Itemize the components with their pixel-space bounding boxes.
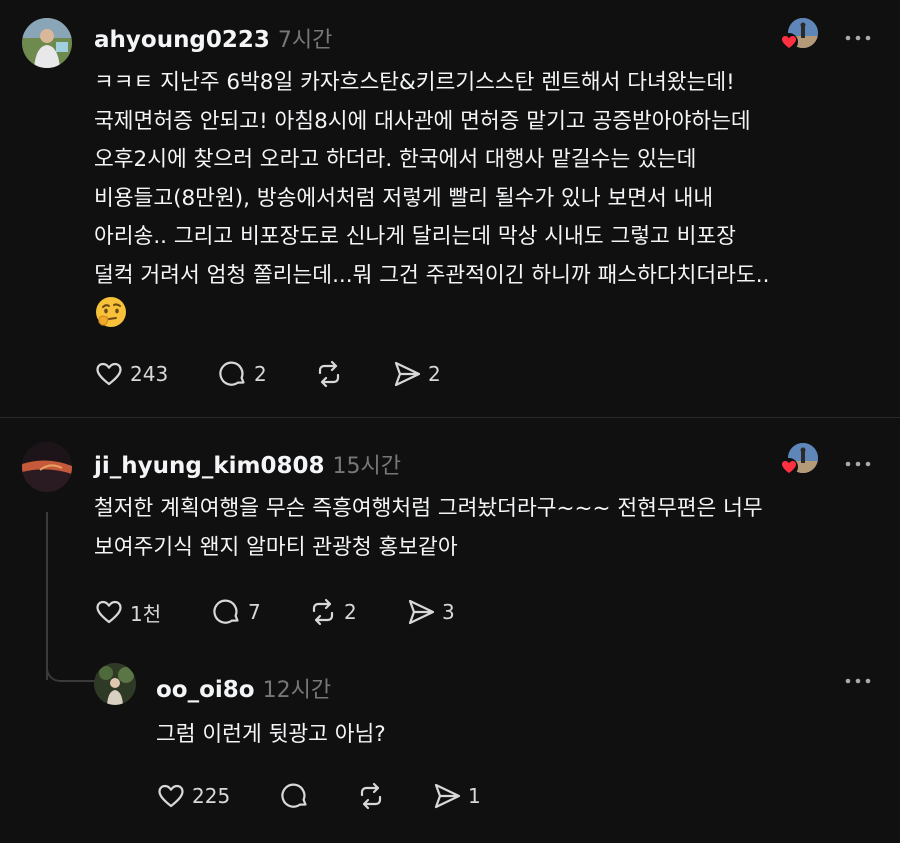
comment-bubble-icon [219,361,245,386]
action-bar: 1천 7 2 3 [94,597,494,627]
avatar[interactable] [22,18,72,68]
body-line: ㅋㅋㅌ 지난주 6박8일 카자흐스탄&키르기스스탄 렌트해서 다녀왔는데! [94,70,735,95]
repost-button[interactable] [356,781,392,811]
like-count: 243 [130,362,169,386]
username-text[interactable]: oo_oi8o [156,677,255,703]
body-line: 비용들고(8만원), 방송에서처럼 저렇게 빨리 될수가 있나 보면서 내내 [94,185,714,211]
action-bar: 225 1 [156,781,556,811]
repost-icon [318,360,340,388]
heart-icon [96,600,122,624]
post-body: 그럼 이런게 뒷광고 아님? [156,716,386,755]
timestamp: 12시간 [262,678,332,703]
username-text[interactable]: ji_hyung_kim0808 [94,453,325,479]
more-dots-icon[interactable] [844,454,872,467]
share-button[interactable]: 1 [432,781,481,811]
like-button[interactable]: 243 [94,359,168,389]
comment-button[interactable]: 7 [212,597,261,627]
red-heart-icon [780,458,798,476]
repost-button[interactable]: 2 [308,597,357,627]
username-text[interactable]: ahyoung0223 [94,27,270,53]
comment-button[interactable]: 2 [218,359,267,389]
timestamp: 15시간 [332,454,401,479]
post-body: ㅋㅋㅌ 지난주 6박8일 카자흐스탄&키르기스스탄 렌트해서 다녀왔는데! 국제… [94,64,769,295]
share-count: 3 [442,600,455,624]
like-count: 1천 [130,601,162,626]
body-line: 아리송.. 그리고 비포장도로 신나게 달리는데 막상 시내도 그렇고 비포장 [94,224,736,249]
heart-icon [158,784,184,808]
body-line: 덜컥 거려서 엄청 쫄리는데...뭐 그건 주관적이긴 하니까 패스하다치더라도… [94,262,770,288]
repost-icon [360,782,382,810]
post-ahyoung0223: ahyoung0223 7시간 ㅋㅋㅌ 지난주 6박8일 카자흐스탄&키르기스스탄… [0,0,900,417]
repost-count: 2 [344,600,357,624]
more-dots-icon[interactable] [844,28,872,41]
comment-count: 2 [254,362,267,386]
red-heart-icon [780,33,798,51]
username[interactable]: ahyoung0223 7시간 [94,22,332,54]
share-count: 1 [468,784,481,808]
more-dots-icon[interactable] [844,671,872,684]
body-line: 보여주기식 왠지 알마티 관광청 홍보같아 [94,534,458,560]
heart-icon [96,362,122,386]
comment-bubble-icon [213,599,239,624]
avatar[interactable] [22,442,72,492]
share-button[interactable]: 3 [406,597,455,627]
body-line: 철저한 계획여행을 무슨 즉흥여행처럼 그려놨더라구~~~ 전현무편은 너무 [94,496,763,521]
comment-count: 7 [248,600,261,624]
body-line: 오후2시에 찾으러 오라고 하더라. 한국에서 대행사 맡길수는 있는데 [94,147,697,172]
reply-oo_oi8o: oo_oi8o 12시간 그럼 이런게 뒷광고 아님? 225 1 [0,655,900,843]
avatar[interactable] [94,663,136,705]
send-icon [434,783,461,809]
like-button[interactable]: 1천 [94,597,161,627]
share-count: 2 [428,362,441,386]
send-icon [394,361,421,387]
repost-button[interactable] [314,359,350,389]
repost-icon [312,598,334,626]
share-button[interactable]: 2 [392,359,441,389]
username[interactable]: oo_oi8o 12시간 [156,672,331,704]
like-count: 225 [192,784,231,808]
like-button[interactable]: 225 [156,781,230,811]
comment-bubble-icon [281,783,307,808]
username[interactable]: ji_hyung_kim0808 15시간 [94,448,401,480]
body-line: 국제면허증 안되고! 아침8시에 대사관에 면허증 맡기고 공증받아야하는데 [94,108,751,134]
timestamp: 7시간 [277,28,333,53]
action-bar: 243 2 2 [94,359,494,389]
send-icon [408,599,435,625]
thinking-face-emoji [94,295,128,329]
post-body: 철저한 계획여행을 무슨 즉흥여행처럼 그려놨더라구~~~ 전현무편은 너무 보… [94,490,763,567]
comment-button[interactable] [280,781,316,811]
body-line: 그럼 이런게 뒷광고 아님? [156,722,386,747]
